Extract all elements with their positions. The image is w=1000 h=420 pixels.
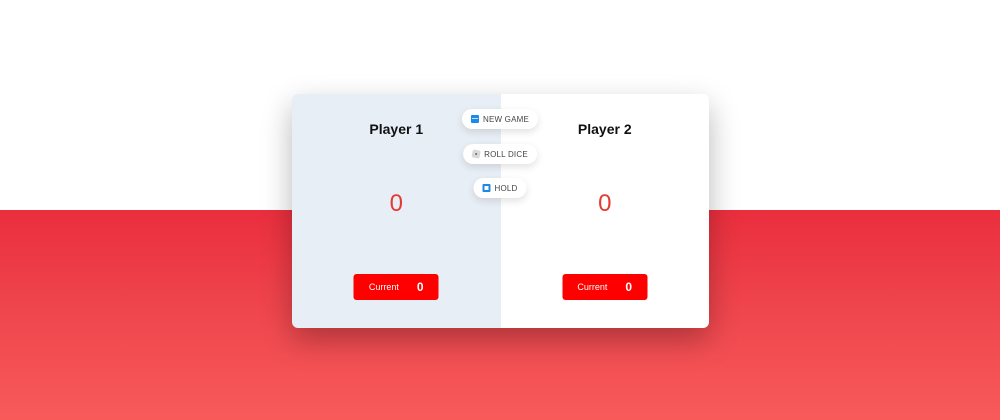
new-game-label: NEW GAME [482, 114, 530, 124]
player-1-current-box: Current 0 [353, 274, 439, 300]
game-board: Player 1 0 Current 0 Player 2 0 Current … [292, 94, 709, 328]
player-2-current-score: 0 [625, 280, 633, 294]
player-1-panel: Player 1 0 Current 0 [292, 94, 501, 328]
player-2-current-label: Current [577, 282, 608, 292]
dice-icon [471, 149, 481, 159]
player-1-score: 0 [389, 190, 403, 217]
roll-dice-label: ROLL DICE [484, 149, 528, 159]
roll-dice-button[interactable]: ROLL DICE [463, 144, 537, 164]
new-game-icon [470, 115, 479, 123]
hold-icon [482, 184, 491, 192]
player-1-current-score: 0 [416, 280, 424, 294]
hold-label: HOLD [494, 183, 518, 193]
player-2-panel: Player 2 0 Current 0 [500, 94, 709, 328]
hold-button[interactable]: HOLD [473, 178, 527, 198]
player-2-current-box: Current 0 [562, 274, 648, 300]
player-2-score: 0 [598, 190, 612, 217]
player-1-current-label: Current [368, 282, 399, 292]
new-game-button[interactable]: NEW GAME [461, 109, 539, 129]
